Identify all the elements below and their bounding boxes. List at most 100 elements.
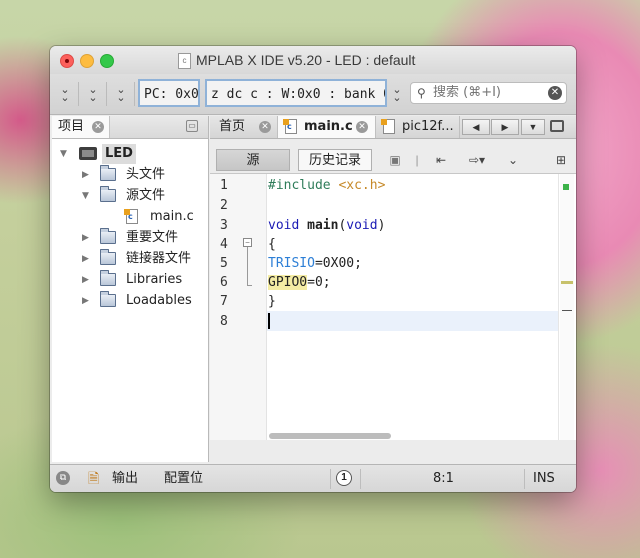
chevron-right-icon[interactable]: ▶	[82, 228, 92, 248]
minimize-window-button[interactable]	[80, 54, 94, 68]
pc-register-display: PC: 0x0	[138, 79, 200, 107]
last-edit-icon[interactable]: ▣	[386, 152, 404, 168]
editor-panel: 首页 ✕ c main.c ✕ pic12f... ◀ ▶ ▼ 源 历史记录 ▣…	[210, 116, 576, 462]
folder-icon	[100, 291, 116, 307]
tab-list-button[interactable]: ▼	[521, 119, 545, 135]
line-number-gutter: 1 2 3 4 5 6 7 8 −	[210, 174, 267, 440]
text-cursor	[268, 313, 270, 329]
tab-pic12f[interactable]: pic12f...	[376, 116, 460, 138]
toolbar-divider	[106, 82, 107, 106]
error-stripe[interactable]	[560, 174, 574, 440]
code-line-3: void main(void)	[268, 216, 385, 236]
chevron-down-icon[interactable]: ⌄ ⌄	[58, 85, 72, 104]
code-editor[interactable]: 1 2 3 4 5 6 7 8 − #include <xc.h> void m…	[210, 174, 576, 440]
close-tab-icon[interactable]: ✕	[92, 121, 104, 133]
status-divider	[360, 469, 361, 489]
chevron-down-icon[interactable]: ⌄ ⌄	[390, 85, 404, 104]
maximize-editor-icon[interactable]	[550, 120, 564, 132]
window-title: MPLAB X IDE v5.20 - LED : default	[196, 52, 416, 68]
tree-item-label: 链接器文件	[126, 251, 192, 266]
code-token: void	[268, 218, 300, 233]
chevron-down-icon[interactable]: ▼	[82, 186, 92, 206]
file-icon	[381, 119, 395, 134]
line-number: 7	[220, 294, 228, 309]
status-divider	[524, 469, 525, 489]
tree-item-label: Loadables	[126, 293, 192, 308]
code-token: void	[346, 218, 378, 233]
tab-main-c[interactable]: c main.c ✕	[278, 116, 376, 138]
output-label[interactable]: 输出	[112, 471, 138, 487]
code-line-7: }	[268, 294, 276, 309]
collapse-fold-icon[interactable]: −	[243, 238, 252, 247]
tree-item-important-files[interactable]: ▶ 重要文件	[52, 228, 208, 248]
tree-item-label: 重要文件	[126, 230, 179, 245]
horizontal-scrollbar[interactable]	[267, 432, 558, 440]
split-view-icon[interactable]: ⊞	[552, 152, 570, 168]
tree-item-source-files[interactable]: ▼ 源文件	[52, 186, 208, 206]
tree-item-loadables[interactable]: ▶ Loadables	[52, 291, 208, 311]
tree-item-main-c[interactable]: c main.c	[52, 207, 208, 227]
status-ok-marker[interactable]	[563, 184, 569, 190]
code-token: #include	[268, 178, 331, 193]
toolbar-divider: |	[415, 153, 419, 167]
scroll-tabs-left-button[interactable]: ◀	[462, 119, 490, 135]
output-icon: 🗎	[88, 471, 100, 487]
chevron-down-icon[interactable]: ⌄ ⌄	[86, 85, 100, 104]
chevron-down-icon[interactable]: ⌄	[504, 152, 522, 168]
chevron-right-icon[interactable]: ▶	[82, 249, 92, 269]
folder-open-icon	[100, 186, 116, 202]
projects-tabbar: 项目 ✕ ▭	[52, 116, 208, 139]
clear-search-icon[interactable]: ✕	[548, 86, 562, 100]
forward-dropdown-icon[interactable]: ⇨▾	[468, 152, 486, 168]
tab-label: 首页	[219, 119, 246, 134]
tab-label: pic12f...	[402, 119, 454, 134]
status-divider	[330, 469, 331, 489]
tree-item-linker-files[interactable]: ▶ 链接器文件	[52, 249, 208, 269]
folder-icon	[100, 165, 116, 181]
search-icon[interactable]: ⚲	[417, 86, 426, 100]
c-file-icon: c	[124, 209, 138, 224]
occurrence-marker[interactable]	[561, 281, 573, 284]
restore-windows-icon[interactable]: ⧉	[56, 471, 70, 485]
close-window-button[interactable]	[60, 54, 74, 68]
back-icon[interactable]: ⇤	[432, 152, 450, 168]
minimize-panel-icon[interactable]: ▭	[186, 120, 198, 132]
tab-label: main.c	[304, 119, 353, 134]
insert-mode[interactable]: INS	[533, 471, 555, 487]
tree-item-label: 头文件	[126, 167, 166, 182]
editor-tabbar: 首页 ✕ c main.c ✕ pic12f... ◀ ▶ ▼	[210, 116, 576, 139]
history-button[interactable]: 历史记录	[298, 149, 372, 171]
line-number: 4	[220, 237, 228, 252]
close-tab-icon[interactable]: ✕	[259, 121, 271, 133]
c-file-icon: c	[283, 119, 297, 134]
tab-projects[interactable]: 项目 ✕	[52, 116, 110, 138]
maximize-window-button[interactable]	[100, 54, 114, 68]
line-number: 3	[220, 218, 228, 233]
tree-item-header-files[interactable]: ▶ 头文件	[52, 165, 208, 185]
chevron-right-icon[interactable]: ▶	[82, 165, 92, 185]
line-number: 5	[220, 256, 228, 271]
scrollbar-thumb[interactable]	[269, 433, 391, 439]
tree-item-libraries[interactable]: ▶ Libraries	[52, 270, 208, 290]
config-bits-label[interactable]: 配置位	[164, 471, 203, 487]
chevron-down-icon[interactable]: ▼	[60, 144, 70, 164]
line-number: 8	[220, 314, 228, 329]
chevron-right-icon[interactable]: ▶	[82, 291, 92, 311]
tree-item-project[interactable]: ▼ LED	[52, 144, 208, 164]
code-token: TRISIO	[268, 256, 315, 271]
chevron-right-icon[interactable]: ▶	[82, 270, 92, 290]
search-input[interactable]	[433, 85, 543, 100]
scroll-tabs-right-button[interactable]: ▶	[491, 119, 519, 135]
code-token: main	[307, 218, 339, 233]
notification-icon[interactable]: 1	[336, 470, 352, 486]
code-line-5: TRISIO=0X00;	[268, 254, 362, 274]
line-number: 6	[220, 275, 228, 290]
close-tab-icon[interactable]: ✕	[356, 121, 368, 133]
chevron-down-icon[interactable]: ⌄ ⌄	[114, 85, 128, 104]
chip-icon	[79, 147, 97, 160]
line-number: 2	[220, 198, 228, 213]
source-button[interactable]: 源	[216, 149, 290, 171]
projects-panel: 项目 ✕ ▭ ▼ LED ▶ 头文件 ▼ 源文件 c main.c ▶ 重要文件…	[52, 116, 209, 462]
tab-start-page[interactable]: 首页 ✕	[210, 116, 278, 138]
line-number: 1	[220, 178, 228, 193]
